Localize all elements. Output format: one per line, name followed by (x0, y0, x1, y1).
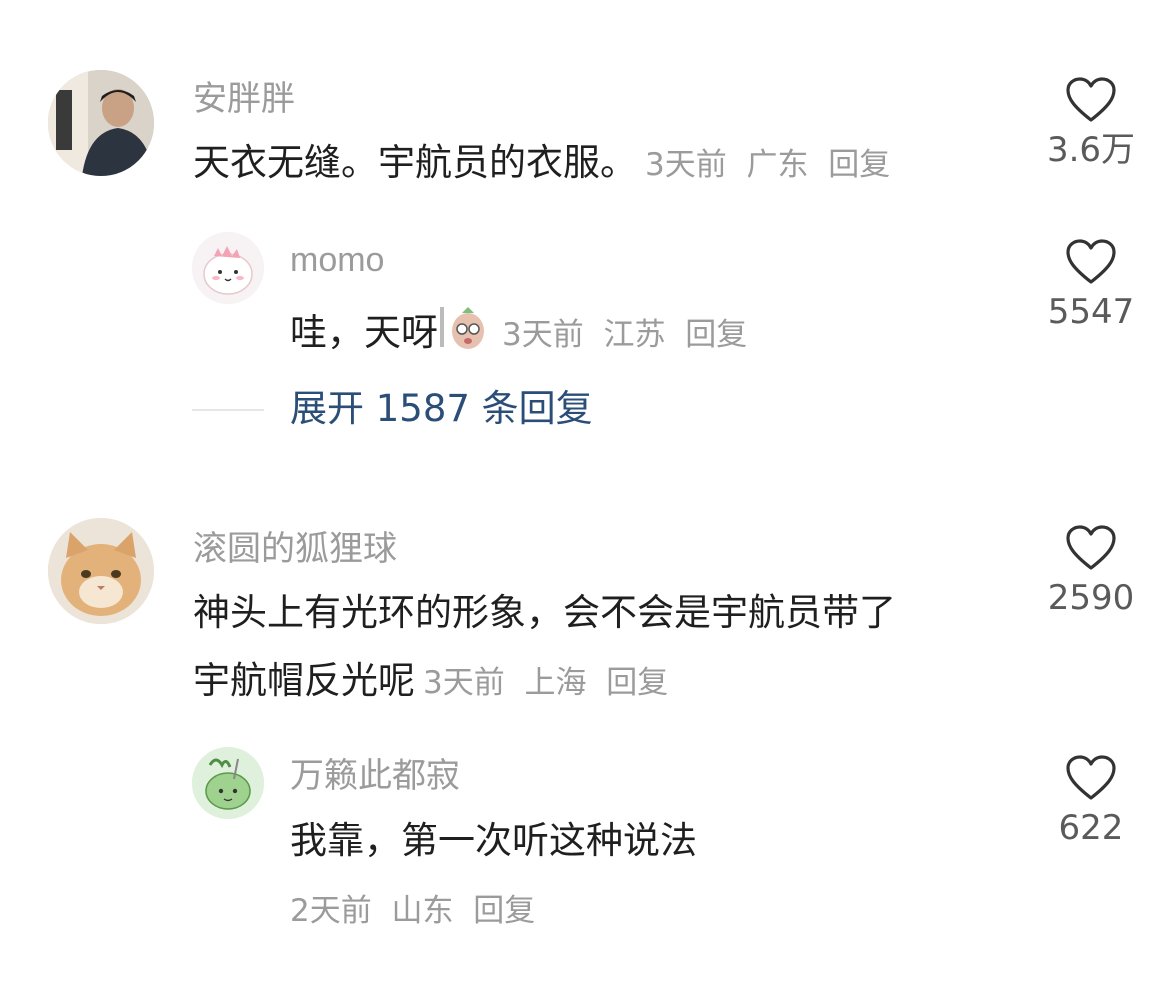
reply-username[interactable]: 万籁此都寂 (290, 756, 460, 796)
reply-meta-row: 2天前 山东 回复 (282, 886, 535, 934)
avatar[interactable] (192, 747, 264, 819)
like-control[interactable]: 622 (1036, 754, 1146, 848)
avatar-coconut-cartoon-icon (192, 747, 264, 819)
comment-text: 神头上有光环的形象，会不会是宇航员带了 (193, 591, 896, 634)
reply-username[interactable]: momo (290, 240, 384, 280)
reply-button[interactable]: 回复 (828, 147, 890, 183)
comment-row: 天衣无缝。宇航员的衣服。 3天前 广东 回复 (193, 140, 890, 188)
like-control[interactable]: 2590 (1036, 524, 1146, 618)
sticker-emoji-icon (438, 303, 494, 362)
comment-time: 3天前 (423, 665, 505, 701)
like-count: 622 (1058, 808, 1124, 848)
reply-time: 3天前 (502, 317, 584, 353)
avatar[interactable] (48, 70, 154, 176)
divider (192, 409, 264, 411)
heart-icon[interactable] (1036, 524, 1146, 572)
comment-text-line2: 宇航帽反光呢 (193, 659, 415, 702)
expand-replies-link[interactable]: 展开 1587 条回复 (290, 386, 593, 432)
comment-row: 宇航帽反光呢 3天前 上海 回复 (193, 658, 668, 706)
avatar-photo-man-icon (48, 70, 154, 176)
comment-time: 3天前 (645, 147, 727, 183)
comment-location: 广东 (746, 147, 809, 183)
comment-location: 上海 (524, 665, 587, 701)
like-count: 5547 (1047, 292, 1135, 332)
comment-username[interactable]: 安胖胖 (193, 79, 295, 119)
reply-button[interactable]: 回复 (685, 317, 747, 353)
reply-text: 我靠，第一次听这种说法 (290, 819, 697, 862)
avatar[interactable] (192, 232, 264, 304)
reply-row: 哇，天呀 3天前 江苏 回复 (290, 303, 747, 362)
avatar[interactable] (48, 518, 154, 624)
reply-time: 2天前 (290, 893, 372, 929)
avatar-cat-photo-icon (48, 518, 154, 624)
heart-icon[interactable] (1036, 754, 1146, 802)
avatar-cartoon-dino-icon (192, 232, 264, 304)
reply-location: 江苏 (603, 317, 666, 353)
heart-icon[interactable] (1036, 238, 1146, 286)
reply-button[interactable]: 回复 (473, 893, 535, 929)
heart-icon[interactable] (1036, 76, 1146, 124)
like-count: 2590 (1047, 578, 1135, 618)
like-control[interactable]: 5547 (1036, 238, 1146, 332)
like-control[interactable]: 3.6万 (1036, 76, 1146, 170)
comment-text: 天衣无缝。宇航员的衣服。 (193, 141, 637, 184)
comment-username[interactable]: 滚圆的狐狸球 (193, 529, 397, 569)
like-count: 3.6万 (1046, 130, 1136, 170)
reply-location: 山东 (391, 893, 454, 929)
reply-button[interactable]: 回复 (606, 665, 668, 701)
reply-text: 哇，天呀 (290, 311, 438, 354)
